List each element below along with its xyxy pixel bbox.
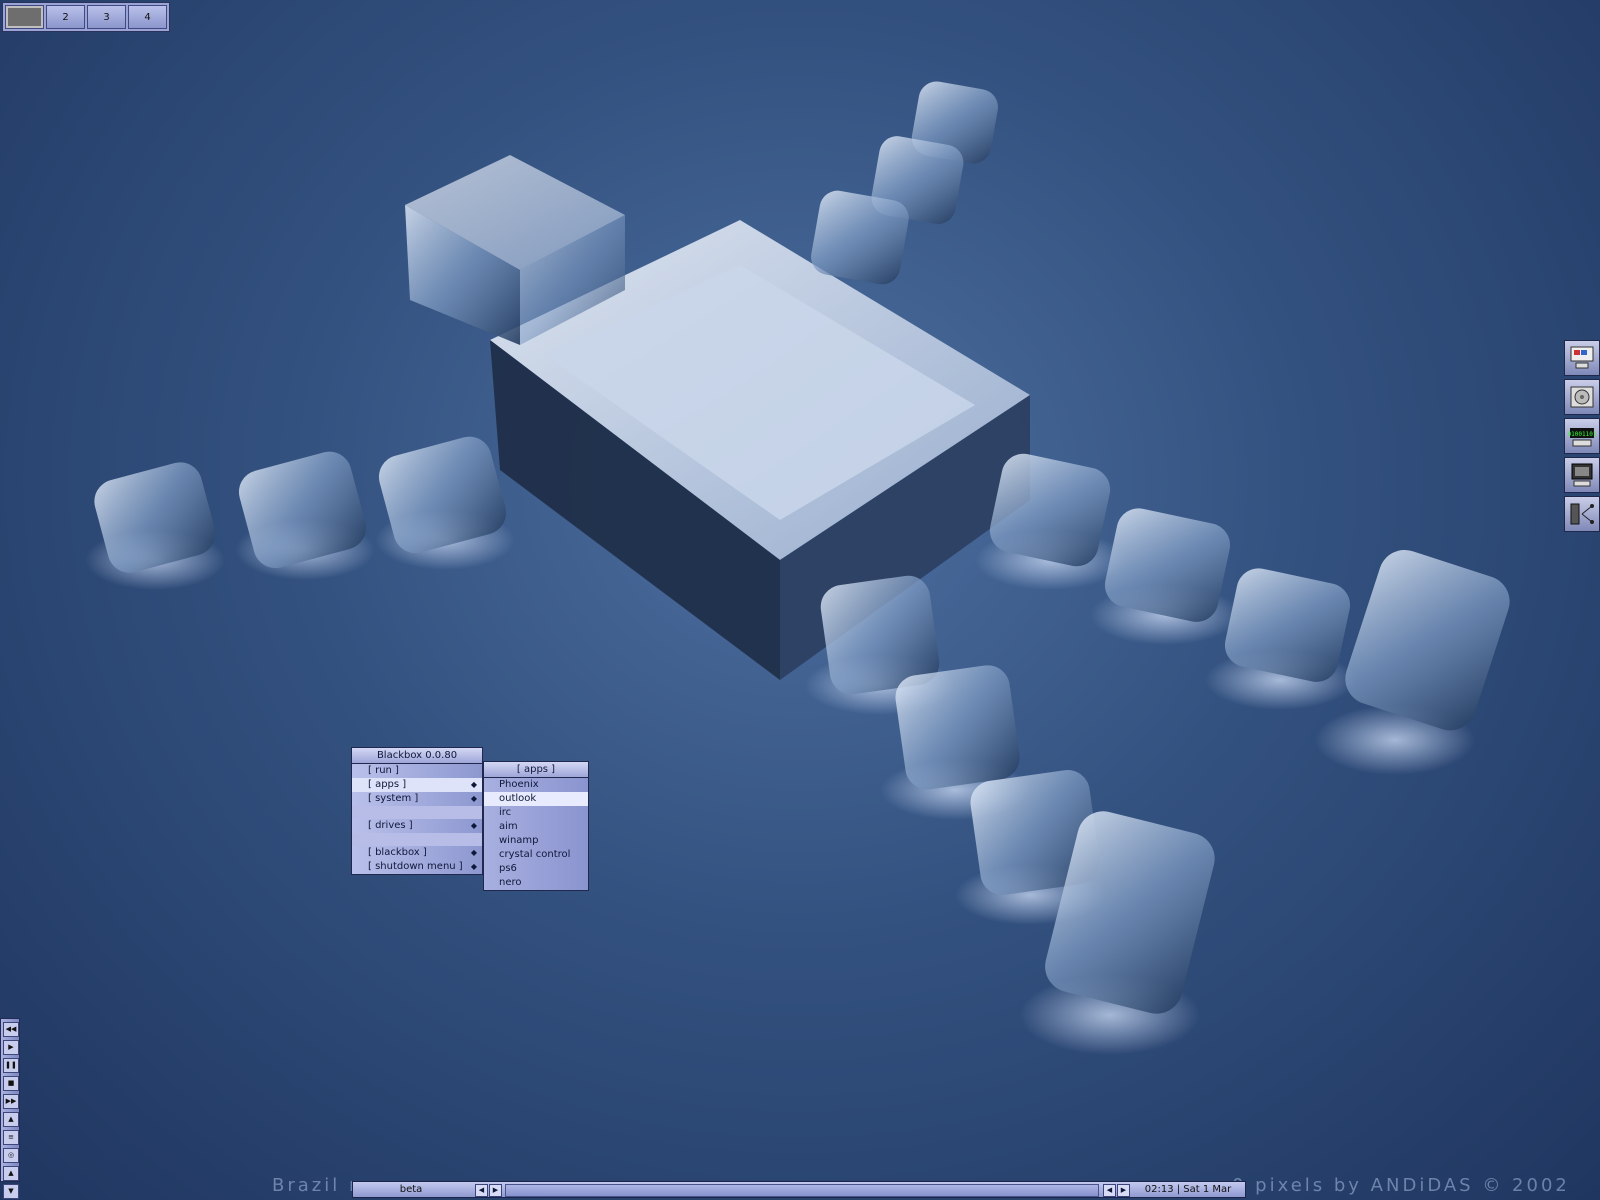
network-icon[interactable] — [1564, 496, 1600, 532]
media-control-bar: ◀◀ ▶ ❚❚ ■ ▶▶ ▲ ≡ ◎ ▲ ▼ — [0, 1018, 20, 1199]
app-item-aim[interactable]: aim — [484, 820, 588, 834]
desktop-4[interactable]: 4 — [128, 5, 167, 29]
rewind-icon[interactable]: ◀◀ — [3, 1022, 19, 1037]
menu-item-label: [ apps ] — [368, 779, 407, 790]
prev-workspace-icon[interactable]: ◀ — [475, 1184, 488, 1197]
computer-icon[interactable] — [1564, 457, 1600, 493]
app-item-ps6[interactable]: ps6 — [484, 862, 588, 876]
system-tray-dock: 01001101 — [1564, 340, 1600, 535]
prev-window-icon[interactable]: ◀ — [1103, 1184, 1116, 1197]
menu-separator — [352, 806, 482, 819]
cd-drive-icon[interactable] — [1564, 379, 1600, 415]
menu-title: Blackbox 0.0.80 — [352, 748, 482, 764]
menu-item-label: [ shutdown menu ] — [368, 861, 463, 872]
app-item-irc[interactable]: irc — [484, 806, 588, 820]
submenu-title: [ apps ] — [484, 762, 588, 778]
app-item-nero[interactable]: nero — [484, 876, 588, 890]
desktop-1[interactable] — [5, 5, 44, 29]
submenu-arrow-icon: ◆ — [470, 848, 477, 857]
down-icon[interactable]: ▼ — [3, 1184, 19, 1199]
menu-item-label: [ drives ] — [368, 820, 413, 831]
workspace-label[interactable]: beta — [353, 1182, 469, 1197]
app-item-phoenix[interactable]: Phoenix — [484, 778, 588, 792]
submenu-arrow-icon: ◆ — [470, 862, 477, 871]
binary-display-icon[interactable]: 01001101 — [1564, 418, 1600, 454]
credit-left: Brazil r — [272, 1175, 360, 1196]
submenu-arrow-icon: ◆ — [470, 821, 477, 830]
menu-item-drives[interactable]: [ drives ] ◆ — [352, 819, 482, 833]
app-item-crystal-control[interactable]: crystal control — [484, 848, 588, 862]
taskbar-window-area[interactable] — [505, 1184, 1099, 1197]
menu-item-system[interactable]: [ system ] ◆ — [352, 792, 482, 806]
desktop-3[interactable]: 3 — [87, 5, 126, 29]
submenu-arrow-icon: ◆ — [470, 780, 477, 789]
binary-text: 01001101 — [1568, 431, 1596, 438]
eject-icon[interactable]: ▲ — [3, 1112, 19, 1127]
menu-separator — [352, 833, 482, 846]
up-icon[interactable]: ▲ — [3, 1166, 19, 1181]
blackbox-root-menu: Blackbox 0.0.80 [ run ] [ apps ] ◆ [ syst… — [351, 747, 483, 875]
submenu-arrow-icon: ◆ — [470, 794, 477, 803]
taskbar: beta ◀ ▶ ◀ ▶ 02:13 | Sat 1 Mar — [352, 1181, 1246, 1198]
wallpaper — [85, 81, 1510, 1055]
menu-item-label: [ system ] — [368, 793, 419, 804]
menu-item-label: [ run ] — [368, 765, 399, 776]
app-item-winamp[interactable]: winamp — [484, 834, 588, 848]
wallpaper-credit: Brazil r 0 pixels by ANDiDAS © 2002 — [272, 1175, 1567, 1196]
menu-item-apps[interactable]: [ apps ] ◆ — [352, 778, 482, 792]
workspace-pager: 2 3 4 — [2, 2, 170, 32]
clock[interactable]: 02:13 | Sat 1 Mar — [1133, 1182, 1243, 1197]
menu-item-blackbox[interactable]: [ blackbox ] ◆ — [352, 846, 482, 860]
apps-submenu: [ apps ] Phoenix outlook irc aim winamp … — [483, 761, 589, 891]
next-window-icon[interactable]: ▶ — [1117, 1184, 1130, 1197]
pause-icon[interactable]: ❚❚ — [3, 1058, 19, 1073]
app-item-outlook[interactable]: outlook — [484, 792, 588, 806]
playlist-icon[interactable]: ≡ — [3, 1130, 19, 1145]
desktop-2[interactable]: 2 — [46, 5, 85, 29]
stop-icon[interactable]: ■ — [3, 1076, 19, 1091]
menu-item-shutdown[interactable]: [ shutdown menu ] ◆ — [352, 860, 482, 874]
menu-item-run[interactable]: [ run ] — [352, 764, 482, 778]
credit-right: 0 pixels by ANDiDAS © 2002 — [1232, 1175, 1570, 1196]
menu-item-label: [ blackbox ] — [368, 847, 427, 858]
next-workspace-icon[interactable]: ▶ — [489, 1184, 502, 1197]
play-icon[interactable]: ▶ — [3, 1040, 19, 1055]
fast-forward-icon[interactable]: ▶▶ — [3, 1094, 19, 1109]
monitor-icon[interactable] — [1564, 340, 1600, 376]
settings-icon[interactable]: ◎ — [3, 1148, 19, 1163]
